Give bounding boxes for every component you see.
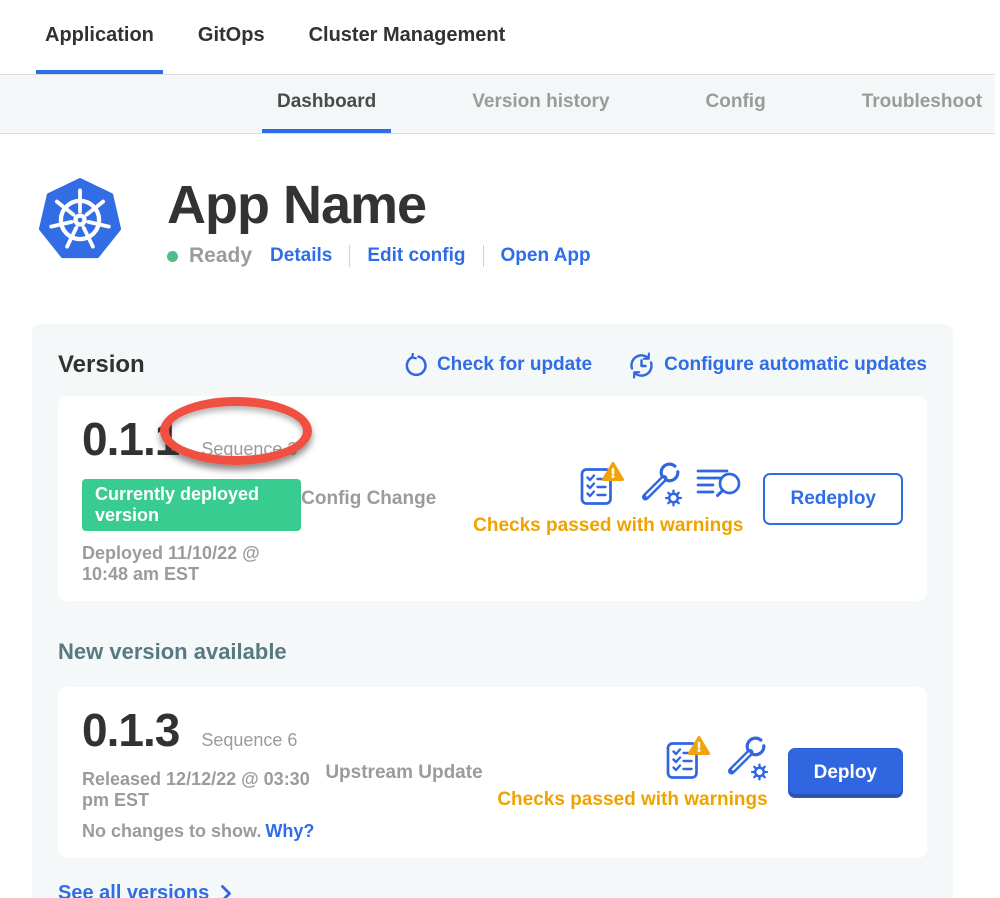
app-header: App Name Ready Details Edit config Open … <box>38 178 1000 268</box>
tab-dashboard[interactable]: Dashboard <box>262 75 391 133</box>
config-wrench-icon[interactable] <box>724 735 768 781</box>
auto-update-clock-icon <box>628 352 655 379</box>
currently-deployed-badge: Currently deployed version <box>82 479 301 531</box>
divider <box>483 245 484 267</box>
configure-automatic-updates-button[interactable]: Configure automatic updates <box>628 352 927 379</box>
tab-gitops[interactable]: GitOps <box>189 0 274 74</box>
tab-cluster-management[interactable]: Cluster Management <box>300 0 515 74</box>
deployed-timestamp: Deployed 11/10/22 @ 10:48 am EST <box>82 543 301 585</box>
current-version-line: 0.1.1 Sequence 3 <box>82 412 301 466</box>
new-sequence-label: Sequence 6 <box>201 730 297 751</box>
ready-dot-icon <box>167 251 178 262</box>
new-release-icons <box>665 735 768 781</box>
new-release-source: Upstream Update <box>325 762 497 784</box>
new-release-checks: Checks passed with warnings <box>497 735 767 811</box>
preflight-checks-icon[interactable] <box>579 461 624 507</box>
new-version-line: 0.1.3 Sequence 6 <box>82 703 325 757</box>
deploy-button[interactable]: Deploy <box>788 748 903 798</box>
see-all-versions-link[interactable]: See all versions <box>58 882 927 898</box>
current-release-source: Config Change <box>301 488 473 510</box>
refresh-icon <box>403 353 428 378</box>
divider <box>349 245 350 267</box>
no-changes-text: No changes to show.Why? <box>82 821 325 842</box>
new-release-info: 0.1.3 Sequence 6 Released 12/12/22 @ 03:… <box>82 703 325 842</box>
primary-nav: Application GitOps Cluster Management <box>0 0 1000 74</box>
new-version-heading: New version available <box>58 639 927 665</box>
current-release-info: 0.1.1 Sequence 3 Currently deployed vers… <box>82 412 301 585</box>
version-card-title: Version <box>58 351 367 379</box>
page-title: App Name <box>167 178 591 232</box>
current-release-icons <box>579 461 743 507</box>
current-release-checks: Checks passed with warnings <box>473 461 743 537</box>
release-diff-icon[interactable] <box>696 465 743 502</box>
new-version-number: 0.1.3 <box>82 703 179 757</box>
tab-application[interactable]: Application <box>36 0 163 74</box>
current-checks-status[interactable]: Checks passed with warnings <box>473 515 743 537</box>
app-sub-nav: Dashboard Version history Config Trouble… <box>0 74 995 134</box>
details-link[interactable]: Details <box>270 245 332 267</box>
configure-automatic-updates-label: Configure automatic updates <box>664 354 927 376</box>
app-status-row: Ready Details Edit config Open App <box>167 244 591 268</box>
kubernetes-logo-icon <box>38 178 122 268</box>
status-label: Ready <box>189 244 252 268</box>
chevron-right-icon <box>220 884 232 898</box>
new-release-card: 0.1.3 Sequence 6 Released 12/12/22 @ 03:… <box>58 687 927 858</box>
current-release-card: 0.1.1 Sequence 3 Currently deployed vers… <box>58 396 927 601</box>
app-header-text: App Name Ready Details Edit config Open … <box>167 178 591 268</box>
current-sequence-label: Sequence 3 <box>201 439 297 460</box>
edit-config-link[interactable]: Edit config <box>367 245 465 267</box>
open-app-link[interactable]: Open App <box>501 245 591 267</box>
see-all-versions-label: See all versions <box>58 882 209 898</box>
version-card-header: Version Check for update Configu <box>58 351 927 379</box>
why-link[interactable]: Why? <box>265 821 314 841</box>
check-for-update-label: Check for update <box>437 354 592 376</box>
new-checks-status[interactable]: Checks passed with warnings <box>497 789 767 811</box>
tab-version-history[interactable]: Version history <box>457 75 624 133</box>
check-for-update-button[interactable]: Check for update <box>403 353 592 378</box>
current-version-number: 0.1.1 <box>82 412 179 466</box>
no-changes-label: No changes to show. <box>82 821 261 841</box>
version-card: Version Check for update Configu <box>32 324 953 898</box>
tab-config[interactable]: Config <box>691 75 781 133</box>
released-timestamp: Released 12/12/22 @ 03:30 pm EST <box>82 769 325 811</box>
redeploy-button[interactable]: Redeploy <box>763 473 903 525</box>
tab-troubleshoot[interactable]: Troubleshoot <box>847 75 995 133</box>
preflight-checks-icon[interactable] <box>665 735 710 781</box>
config-wrench-icon[interactable] <box>638 461 682 507</box>
